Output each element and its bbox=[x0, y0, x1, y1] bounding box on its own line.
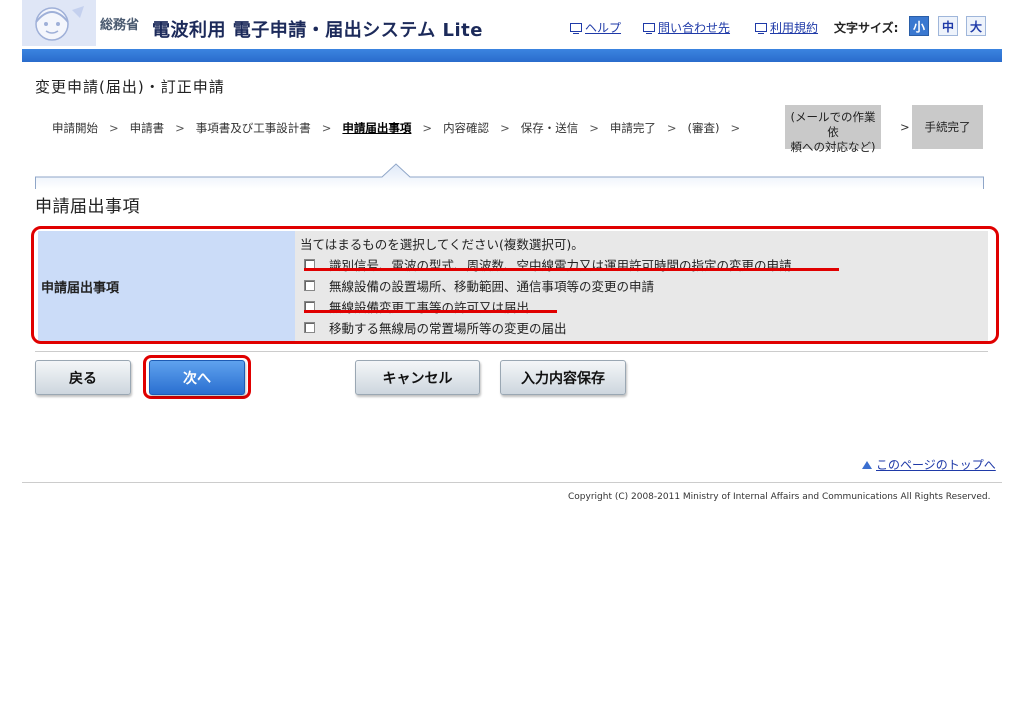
footer-divider bbox=[22, 482, 1002, 483]
step-separator: > bbox=[500, 121, 510, 135]
copyright: Copyright (C) 2008-2011 Ministry of Inte… bbox=[568, 492, 991, 502]
window-icon bbox=[570, 23, 582, 34]
back-button[interactable]: 戻る bbox=[35, 360, 131, 395]
step-progress: 申請開始 > 申請書 > 事項書及び工事設計書 > 申請届出事項 > 内容確認 … bbox=[52, 120, 751, 136]
font-size-label: 文字サイズ: bbox=[834, 21, 899, 35]
step-separator: > bbox=[321, 121, 332, 135]
terms-link-label: 利用規約 bbox=[770, 21, 819, 35]
logo-illustration bbox=[22, 0, 96, 46]
step-item: 申請完了 bbox=[609, 121, 656, 135]
header-band bbox=[22, 49, 1002, 62]
step-mail-line: (メールでの作業依 bbox=[790, 110, 876, 139]
step-separator: > bbox=[900, 120, 910, 134]
ministry-logo-text: 総務省 bbox=[100, 18, 140, 33]
section-title: 申請届出事項 bbox=[35, 197, 140, 217]
step-separator: > bbox=[109, 121, 119, 135]
step-item: 申請開始 bbox=[52, 121, 98, 135]
highlight-frame bbox=[31, 226, 999, 344]
step-item-current: 申請届出事項 bbox=[342, 121, 412, 135]
window-icon bbox=[643, 23, 655, 34]
step-pointer-bar bbox=[35, 163, 984, 189]
help-link[interactable]: ヘルプ bbox=[570, 19, 621, 36]
page-title: 変更申請(届出)・訂正申請 bbox=[35, 78, 225, 96]
contact-link-label: 問い合わせ先 bbox=[658, 21, 731, 35]
step-item: 保存・送信 bbox=[520, 121, 579, 135]
step-item: 事項書及び工事設計書 bbox=[195, 121, 311, 135]
step-separator: > bbox=[666, 121, 677, 135]
step-separator: > bbox=[422, 121, 433, 135]
font-size-medium-button[interactable]: 中 bbox=[938, 16, 958, 36]
save-input-button[interactable]: 入力内容保存 bbox=[500, 360, 626, 395]
step-final: 手続完了 bbox=[912, 105, 983, 149]
triangle-up-icon bbox=[862, 460, 872, 469]
step-item: 申請書 bbox=[129, 121, 165, 135]
divider bbox=[35, 351, 988, 352]
font-size-large-button[interactable]: 大 bbox=[966, 16, 986, 36]
font-size-small-button[interactable]: 小 bbox=[909, 16, 929, 36]
step-separator: > bbox=[730, 121, 741, 135]
step-separator: > bbox=[175, 121, 185, 135]
terms-link[interactable]: 利用規約 bbox=[755, 19, 818, 36]
step-item: 内容確認 bbox=[443, 121, 490, 135]
window-icon bbox=[755, 23, 767, 34]
step-mail-line: 頼への対応など) bbox=[790, 140, 876, 154]
system-title: 電波利用 電子申請・届出システム Lite bbox=[152, 20, 483, 41]
cancel-button[interactable]: キャンセル bbox=[355, 360, 480, 395]
back-to-top-link[interactable]: このページのトップへ bbox=[862, 456, 996, 473]
next-button[interactable]: 次へ bbox=[149, 360, 245, 395]
contact-link[interactable]: 問い合わせ先 bbox=[643, 19, 730, 36]
back-to-top-label: このページのトップへ bbox=[876, 458, 996, 472]
step-item: (審査) bbox=[687, 121, 720, 135]
help-link-label: ヘルプ bbox=[585, 21, 622, 35]
step-separator: > bbox=[589, 121, 599, 135]
step-mail-response: (メールでの作業依 頼への対応など) bbox=[785, 105, 881, 154]
